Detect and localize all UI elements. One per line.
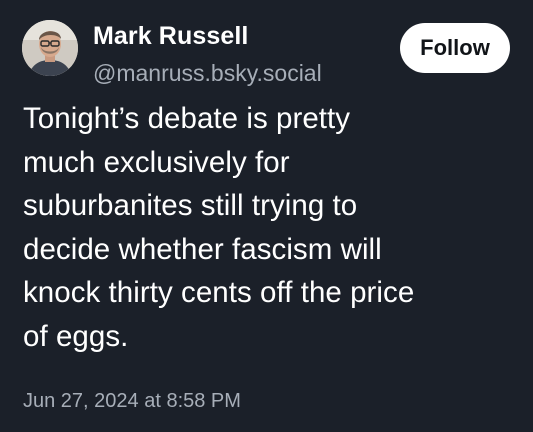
author-display-name[interactable]: Mark Russell	[93, 22, 248, 51]
social-post: Mark Russell @manruss.bsky.social Follow…	[0, 0, 533, 432]
post-text: Tonight’s debate is pretty much exclusiv…	[23, 97, 518, 358]
post-text-line: Tonight’s debate is pretty	[23, 102, 351, 135]
avatar[interactable]	[22, 20, 78, 76]
post-text-line: much exclusively for	[23, 145, 290, 179]
avatar-photo-icon	[22, 20, 78, 76]
post-text-line: of eggs.	[23, 319, 129, 353]
post-text-line: knock thirty cents off the price	[23, 276, 415, 309]
post-text-line: decide whether fascism will	[23, 232, 382, 266]
post-timestamp[interactable]: Jun 27, 2024 at 8:58 PM	[23, 390, 241, 413]
post-text-line: suburbanites still trying to	[23, 189, 358, 222]
follow-button[interactable]: Follow	[400, 23, 510, 73]
author-handle[interactable]: @manruss.bsky.social	[93, 60, 322, 87]
